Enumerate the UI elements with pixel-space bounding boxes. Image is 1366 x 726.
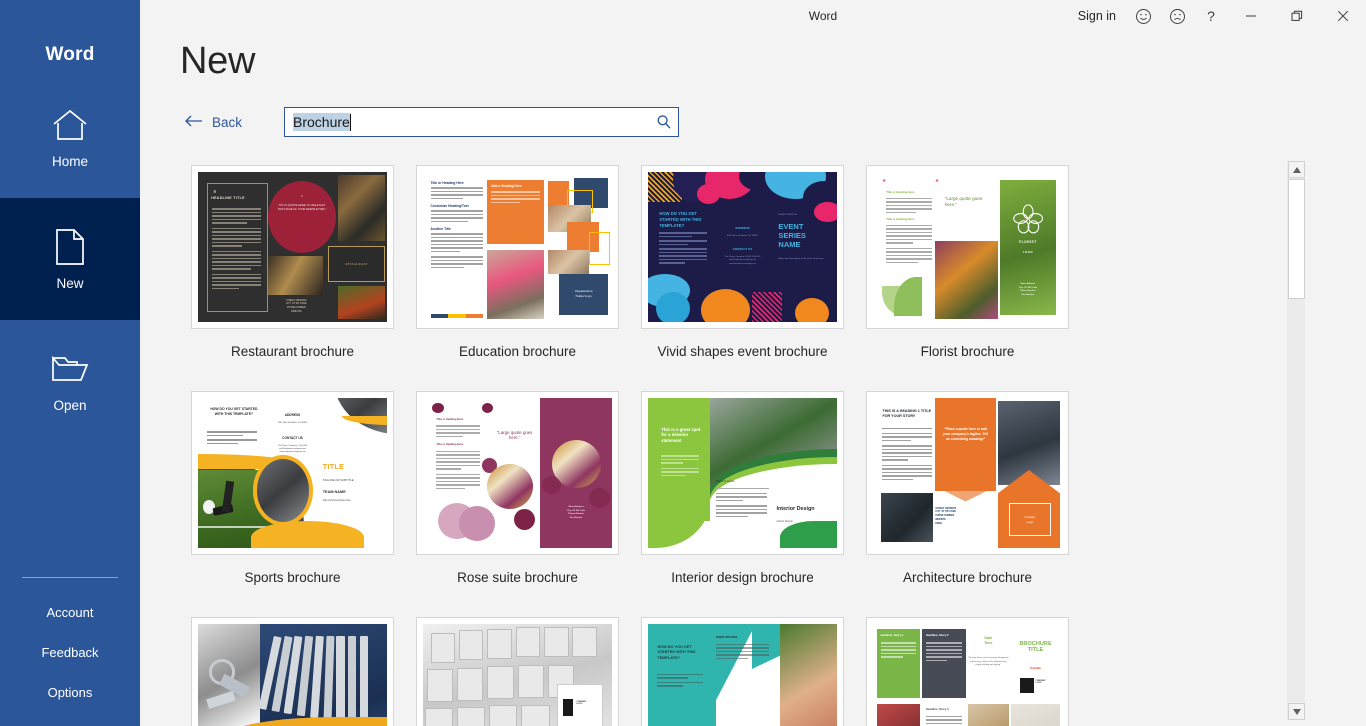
template-results: ✕ HEADLINE TITLE ✕ "PUT A QUOTE HERE TO … [180,165,1291,726]
text-caret [349,113,351,131]
template-thumbnail[interactable]: ✺ ✺ Title or Heading Here Title or Headi… [866,165,1069,329]
sidebar-item-options[interactable]: Options [0,672,140,712]
search-text-wrap: Brochure [293,113,656,131]
minimize-button[interactable] [1228,0,1274,32]
back-arrow-icon [184,115,203,130]
help-icon[interactable]: ? [1194,0,1228,32]
vivid-shapes-brochure-art: HOW DO YOU GET STARTED WITH THIS TEMPLAT… [648,172,837,322]
sidebar-bottom-links: Account Feedback Options [0,577,140,712]
rose-suite-brochure-art: Title or Heading Here Title or Heading H… [423,398,612,548]
template-label: Rose suite brochure [457,570,578,585]
smiley-face-icon[interactable] [1126,0,1160,32]
title-bar: Word Sign in ? [280,0,1366,32]
template-thumbnail[interactable]: This is a great spot for a mission state… [641,391,844,555]
template-thumbnail[interactable]: HOW DO YOU GET STARTED WITH THIS TEMPLAT… [641,617,844,726]
template-card[interactable]: Headline, Story 1 Headline, Story 2 Date… [855,617,1080,726]
sidebar-item-new-label: New [56,276,84,291]
template-card[interactable]: Title or Heading Here Title or Heading H… [405,391,630,617]
title-bar-controls: Sign in ? [1068,0,1366,32]
template-thumbnail[interactable]: Headline, Story 1 Headline, Story 2 Date… [866,617,1069,726]
education-brochure-art: Title or Heading Here Customize Heading/… [423,172,612,322]
results-scrollbar[interactable] [1287,161,1305,720]
template-card[interactable]: ✕ HEADLINE TITLE ✕ "PUT A QUOTE HERE TO … [180,165,405,391]
template-grid: ✕ HEADLINE TITLE ✕ "PUT A QUOTE HERE TO … [180,165,1291,726]
home-icon [50,105,90,145]
template-thumbnail[interactable] [191,617,394,726]
template-card[interactable]: HOW DO YOU GET STARTED WITH THIS TEMPLAT… [630,617,855,726]
sidebar-item-new[interactable]: New [0,198,140,320]
interior-design-brochure-art: This is a great spot for a mission state… [648,398,837,548]
sidebar-item-home[interactable]: Home [0,76,140,198]
template-label: Vivid shapes event brochure [657,344,828,359]
brochure-title-grid-art: Headline, Story 1 Headline, Story 2 Date… [873,624,1062,726]
template-label: Education brochure [458,344,577,359]
template-label: Restaurant brochure [230,344,355,359]
scrollbar-thumb[interactable] [1288,179,1305,299]
restaurant-brochure-art: ✕ HEADLINE TITLE ✕ "PUT A QUOTE HERE TO … [198,172,387,322]
main-content: Word Sign in ? New Back Brochure ✕ HEADL… [140,0,1366,726]
template-card[interactable] [180,617,405,726]
frowny-face-icon[interactable] [1160,0,1194,32]
template-thumbnail[interactable]: ✕ HEADLINE TITLE ✕ "PUT A QUOTE HERE TO … [191,165,394,329]
template-card[interactable]: Title or Heading Here Customize Heading/… [405,165,630,391]
template-label: Sports brochure [244,570,341,585]
sidebar-item-feedback[interactable]: Feedback [0,632,140,672]
sports-brochure-art: HOW DO YOU GET STARTED WITH THIS TEMPLAT… [198,398,387,548]
template-card[interactable]: THIS IS A HEADING 1 TITLE FOR YOUR STORY… [855,391,1080,617]
sign-in-button[interactable]: Sign in [1068,0,1126,32]
template-label: Architecture brochure [902,570,1033,585]
template-label: Florist brochure [920,344,1015,359]
template-thumbnail[interactable]: THIS IS A HEADING 1 TITLE FOR YOUR STORY… [866,391,1069,555]
search-icon[interactable] [656,114,672,130]
template-label: Interior design brochure [671,570,814,585]
florist-brochure-art: ✺ ✺ Title or Heading Here Title or Headi… [873,172,1062,322]
help-label: ? [1207,8,1215,24]
sidebar-item-account[interactable]: Account [0,592,140,632]
sidebar-item-open[interactable]: Open [0,320,140,442]
tools-brochure-art [198,624,387,726]
template-thumbnail[interactable]: HOW DO YOU GET STARTED WITH THIS TEMPLAT… [191,391,394,555]
template-card[interactable]: HOW DO YOU GET STARTED WITH THIS TEMPLAT… [630,165,855,391]
template-thumbnail[interactable]: Title or Heading Here Title or Heading H… [416,391,619,555]
template-thumbnail[interactable]: COMPANYLOGO ABOUT US CONTACT US BROCHURE [416,617,619,726]
search-row: Back Brochure [180,107,1366,137]
search-input[interactable]: Brochure [284,107,680,137]
back-label: Back [212,114,243,130]
architecture-brochure-art: THIS IS A HEADING 1 TITLE FOR YOUR STORY… [873,398,1062,548]
search-value: Brochure [293,113,350,131]
word-backstage-window: Word Home New Open Account Feedback Opti… [0,0,1366,726]
close-button[interactable] [1320,0,1366,32]
template-card[interactable]: HOW DO YOU GET STARTED WITH THIS TEMPLAT… [180,391,405,617]
sidebar: Word Home New Open Account Feedback Opti… [0,0,140,726]
back-button[interactable]: Back [180,112,246,133]
template-card[interactable]: This is a great spot for a mission state… [630,391,855,617]
template-card[interactable]: ✺ ✺ Title or Heading Here Title or Headi… [855,165,1080,391]
template-thumbnail[interactable]: Title or Heading Here Customize Heading/… [416,165,619,329]
scroll-up-arrow-icon[interactable] [1288,161,1305,178]
restore-button[interactable] [1274,0,1320,32]
sidebar-item-home-label: Home [51,154,88,169]
app-brand: Word [45,44,95,65]
template-card[interactable]: COMPANYLOGO ABOUT US CONTACT US BROCHURE [405,617,630,726]
scroll-down-arrow-icon[interactable] [1288,703,1305,720]
open-folder-icon [50,349,90,389]
new-document-icon [50,227,90,267]
keyboard-brochure-art: COMPANYLOGO ABOUT US CONTACT US BROCHURE [423,624,612,726]
teal-brochure-art: HOW DO YOU GET STARTED WITH THIS TEMPLAT… [648,624,837,726]
sidebar-item-open-label: Open [53,398,87,413]
page-title: New [180,40,256,82]
template-thumbnail[interactable]: HOW DO YOU GET STARTED WITH THIS TEMPLAT… [641,165,844,329]
